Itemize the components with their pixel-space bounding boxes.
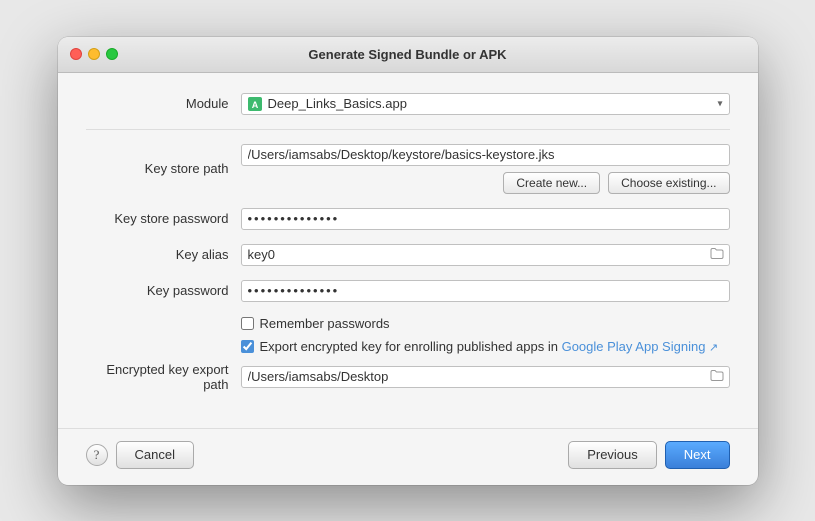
folder-icon bbox=[710, 247, 724, 262]
key-password-field bbox=[241, 280, 730, 302]
export-key-row: Export encrypted key for enrolling publi… bbox=[241, 339, 730, 354]
footer: ? Cancel Previous Next bbox=[58, 428, 758, 485]
close-button[interactable] bbox=[70, 48, 82, 60]
remember-passwords-row: Remember passwords bbox=[241, 316, 730, 331]
module-label: Module bbox=[86, 96, 241, 111]
keystore-password-field bbox=[241, 208, 730, 230]
help-button[interactable]: ? bbox=[86, 444, 108, 466]
key-password-label: Key password bbox=[86, 283, 241, 298]
export-key-label[interactable]: Export encrypted key for enrolling publi… bbox=[260, 339, 719, 354]
key-password-row: Key password bbox=[86, 280, 730, 302]
create-new-button[interactable]: Create new... bbox=[503, 172, 600, 194]
previous-button[interactable]: Previous bbox=[568, 441, 657, 469]
remember-passwords-checkbox[interactable] bbox=[241, 317, 254, 330]
remember-passwords-label[interactable]: Remember passwords bbox=[260, 316, 390, 331]
next-button[interactable]: Next bbox=[665, 441, 730, 469]
keystore-buttons: Create new... Choose existing... bbox=[241, 172, 730, 194]
encrypted-key-input[interactable] bbox=[241, 366, 730, 388]
encrypted-key-label: Encrypted key export path bbox=[86, 362, 241, 392]
module-row: Module A Deep_Links_Basics.app ▾ bbox=[86, 93, 730, 115]
encrypted-key-field bbox=[241, 366, 730, 388]
dialog: Generate Signed Bundle or APK Module A D… bbox=[58, 37, 758, 485]
minimize-button[interactable] bbox=[88, 48, 100, 60]
keystore-label: Key store path bbox=[86, 161, 241, 176]
encrypted-key-folder-icon bbox=[710, 369, 724, 384]
android-icon: A bbox=[248, 97, 262, 111]
key-alias-field bbox=[241, 244, 730, 266]
traffic-lights bbox=[70, 48, 118, 60]
export-key-text: Export encrypted key for enrolling publi… bbox=[260, 339, 558, 354]
dialog-title: Generate Signed Bundle or APK bbox=[308, 47, 506, 62]
divider bbox=[86, 129, 730, 130]
form-content: Module A Deep_Links_Basics.app ▾ Key sto… bbox=[58, 73, 758, 422]
external-link-icon: ↗ bbox=[709, 342, 718, 354]
module-value: A Deep_Links_Basics.app bbox=[248, 96, 723, 111]
svg-text:A: A bbox=[251, 100, 258, 110]
key-alias-input[interactable] bbox=[241, 244, 730, 266]
export-key-checkbox[interactable] bbox=[241, 340, 254, 353]
key-alias-row: Key alias bbox=[86, 244, 730, 266]
google-play-signing-link[interactable]: Google Play App Signing bbox=[562, 339, 706, 354]
footer-right: Previous Next bbox=[568, 441, 729, 469]
footer-left: ? Cancel bbox=[86, 441, 194, 469]
key-alias-label: Key alias bbox=[86, 247, 241, 262]
keystore-password-input[interactable] bbox=[241, 208, 730, 230]
choose-existing-button[interactable]: Choose existing... bbox=[608, 172, 729, 194]
keystore-path-row: Key store path Create new... Choose exis… bbox=[86, 144, 730, 194]
cancel-button[interactable]: Cancel bbox=[116, 441, 194, 469]
keystore-input[interactable] bbox=[241, 144, 730, 166]
maximize-button[interactable] bbox=[106, 48, 118, 60]
module-text: Deep_Links_Basics.app bbox=[268, 96, 407, 111]
keystore-field-area: Create new... Choose existing... bbox=[241, 144, 730, 194]
module-dropdown[interactable]: A Deep_Links_Basics.app ▾ bbox=[241, 93, 730, 115]
keystore-password-label: Key store password bbox=[86, 211, 241, 226]
titlebar: Generate Signed Bundle or APK bbox=[58, 37, 758, 73]
module-field: A Deep_Links_Basics.app ▾ bbox=[241, 93, 730, 115]
keystore-password-row: Key store password bbox=[86, 208, 730, 230]
key-password-input[interactable] bbox=[241, 280, 730, 302]
encrypted-key-path-row: Encrypted key export path bbox=[86, 362, 730, 392]
